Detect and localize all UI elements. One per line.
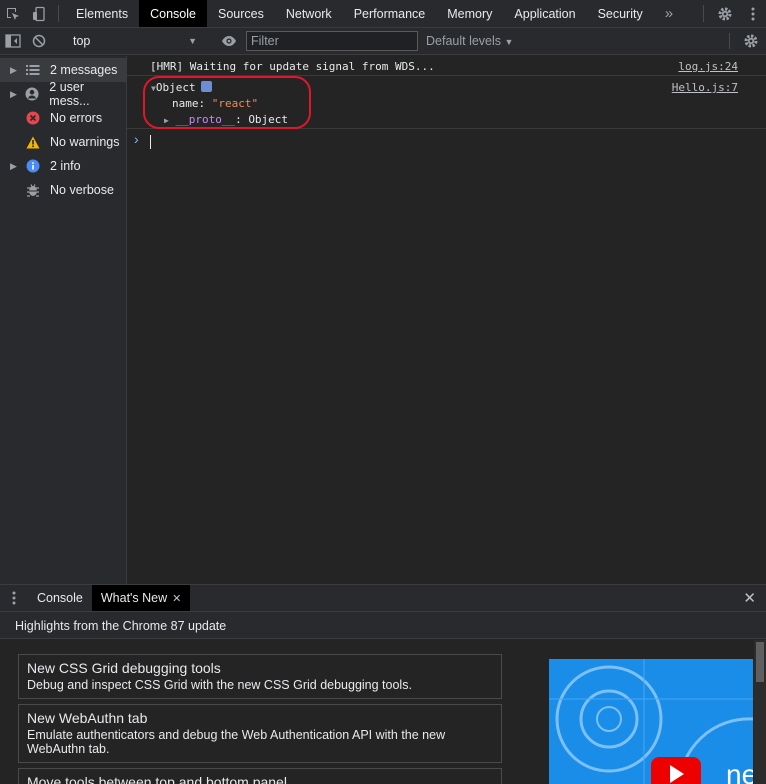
divider [729,33,730,49]
device-toolbar-icon[interactable] [26,0,52,27]
tab-network[interactable]: Network [275,0,343,27]
list-icon [24,63,42,77]
devtools-tabbar: Elements Console Sources Network Perform… [0,0,766,28]
tab-application[interactable]: Application [503,0,586,27]
toolbar-right [723,28,766,54]
warning-icon [24,135,42,149]
bug-icon [24,183,42,197]
message-text: [HMR] Waiting for update signal from WDS… [150,60,435,73]
video-artwork [549,659,753,784]
tabbar-right [697,0,766,27]
feature-card[interactable]: New CSS Grid debugging tools Debug and i… [18,654,502,699]
sidebar-item-label: 2 user mess... [49,80,90,108]
tab-sources[interactable]: Sources [207,0,275,27]
sidebar-item-errors[interactable]: No errors [0,106,126,130]
log-levels-dropdown[interactable]: Default levels ▼ [426,34,513,48]
filter-input[interactable]: Filter [246,31,418,51]
live-expression-eye-icon[interactable] [216,35,242,47]
console-sidebar: ▶ 2 messages ▶ 2 user mess... No errors … [0,56,127,584]
source-link[interactable]: Hello.js:7 [672,81,738,94]
clear-console-icon[interactable] [26,34,52,48]
video-thumbnail[interactable]: ne [549,659,753,784]
console-settings-gear-icon[interactable] [736,28,766,54]
drawer-tab-console[interactable]: Console [28,585,92,611]
log-levels-label: Default levels [426,34,502,48]
feature-card[interactable]: New WebAuthn tab Emulate authenticators … [18,704,502,763]
drawer-tab-label: What's New [100,591,168,605]
expand-arrow-icon: ▶ [10,64,17,75]
whats-new-body: New CSS Grid debugging tools Debug and i… [0,640,766,784]
context-label: top [73,34,91,48]
prompt-chevron-icon: › [134,131,139,147]
whats-new-header: Highlights from the Chrome 87 update [0,612,766,639]
feature-card[interactable]: Move tools between top and bottom panel [18,768,502,784]
sidebar-item-info[interactable]: ▶ 2 info [0,154,126,178]
divider [703,5,704,22]
console-input-caret[interactable] [150,135,151,149]
annotation-circle [143,76,311,129]
dropdown-arrow-icon: ▼ [188,36,197,46]
user-icon [24,87,42,101]
divider [58,5,59,22]
source-link[interactable]: log.js:24 [678,60,738,73]
error-icon [24,111,42,125]
close-tab-icon[interactable]: ✕ [172,592,181,605]
settings-gear-icon[interactable] [710,0,740,27]
tab-security[interactable]: Security [587,0,654,27]
sidebar-item-user-messages[interactable]: ▶ 2 user mess... [0,80,126,108]
console-output: [HMR] Waiting for update signal from WDS… [127,56,766,584]
console-message-hmr: [HMR] Waiting for update signal from WDS… [127,56,766,76]
card-title: New WebAuthn tab [27,710,148,726]
video-title-text: ne [726,759,753,784]
drawer-tab-whats-new[interactable]: What's New ✕ [91,585,191,611]
close-drawer-icon[interactable]: ✕ [733,585,766,611]
info-icon [24,159,42,173]
sidebar-item-label: 2 info [50,159,81,173]
drawer-menu-icon[interactable] [0,585,28,611]
sidebar-item-label: 2 messages [50,63,118,77]
show-sidebar-icon[interactable] [0,34,26,48]
tab-performance[interactable]: Performance [343,0,437,27]
inspect-element-icon[interactable] [0,0,26,27]
sidebar-item-label: No verbose [50,183,114,197]
scrollbar-thumb[interactable] [756,642,764,682]
console-toolbar: top ▼ Filter Default levels ▼ [0,28,766,55]
sidebar-item-verbose[interactable]: No verbose [0,178,126,202]
dropdown-arrow-icon: ▼ [504,37,514,47]
expand-arrow-icon: ▶ [10,160,17,171]
context-selector[interactable]: top ▼ [65,28,203,54]
kebab-menu-icon[interactable] [740,0,766,27]
tab-console[interactable]: Console [139,0,207,27]
sidebar-item-label: No warnings [50,135,120,149]
card-title: Move tools between top and bottom panel [27,774,287,784]
sidebar-item-label: No errors [50,111,103,125]
card-description: Debug and inspect CSS Grid with the new … [27,678,412,692]
drawer-tabbar: Console What's New ✕ ✕ [0,584,766,612]
sidebar-item-messages[interactable]: ▶ 2 messages [0,58,126,82]
tab-elements[interactable]: Elements [65,0,139,27]
card-title: New CSS Grid debugging tools [27,660,221,676]
more-tabs-button[interactable]: » [654,0,684,27]
sidebar-item-warnings[interactable]: No warnings [0,130,126,154]
card-description: Emulate authenticators and debug the Web… [27,728,446,756]
expand-arrow-icon: ▶ [10,88,17,99]
tab-memory[interactable]: Memory [436,0,503,27]
